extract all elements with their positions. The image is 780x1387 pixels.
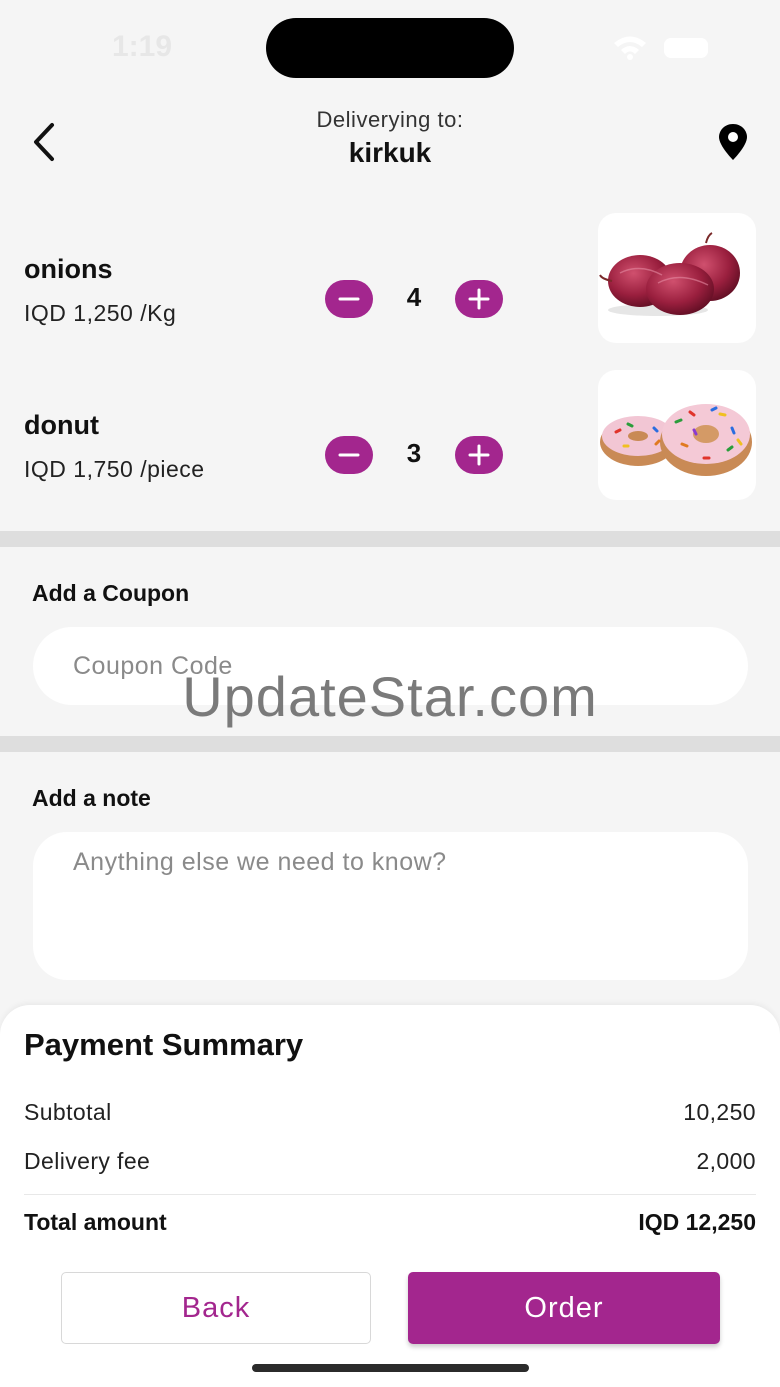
note-section-title: Add a note: [32, 785, 151, 811]
status-time: 1:19: [112, 30, 173, 63]
section-divider: [0, 736, 780, 752]
delivering-to-label: Deliverying to:: [316, 107, 464, 132]
increase-quantity-button[interactable]: [455, 436, 503, 474]
delivery-fee-value: 2,000: [696, 1148, 756, 1174]
item-price: IQD 1,250 /Kg: [24, 300, 177, 326]
coupon-section-title: Add a Coupon: [32, 580, 190, 606]
quantity-value: 4: [406, 282, 422, 312]
delivery-city[interactable]: kirkuk: [0, 137, 780, 169]
order-button[interactable]: Order: [408, 1272, 720, 1344]
onions-image: [598, 213, 756, 343]
minus-icon: [338, 453, 360, 457]
payment-summary-title: Payment Summary: [24, 1027, 304, 1062]
delivery-header: Deliverying to: kirkuk: [0, 95, 780, 205]
section-divider: [0, 531, 780, 547]
item-name: onions: [24, 254, 113, 284]
subtotal-value: 10,250: [683, 1099, 756, 1125]
total-amount-value: IQD 12,250: [638, 1209, 756, 1235]
summary-separator: [24, 1194, 756, 1195]
item-price: IQD 1,750 /piece: [24, 456, 205, 482]
back-button[interactable]: Back: [61, 1272, 371, 1344]
plus-icon: [468, 444, 490, 466]
minus-icon: [338, 297, 360, 301]
subtotal-label: Subtotal: [24, 1099, 112, 1125]
donut-image: [598, 370, 756, 500]
quantity-value: 3: [406, 438, 422, 468]
total-amount-label: Total amount: [24, 1209, 167, 1235]
home-indicator[interactable]: [252, 1364, 529, 1372]
watermark-text: UpdateStar.com: [182, 665, 598, 728]
cart-item-donut: donut IQD 1,750 /piece 3: [0, 370, 780, 524]
battery-icon: [664, 38, 708, 58]
item-name: donut: [24, 410, 99, 440]
payment-summary-panel: Payment Summary Subtotal 10,250 Delivery…: [0, 1005, 780, 1387]
decrease-quantity-button[interactable]: [325, 280, 373, 318]
delivery-fee-label: Delivery fee: [24, 1148, 151, 1174]
location-pin-icon[interactable]: [716, 123, 750, 161]
decrease-quantity-button[interactable]: [325, 436, 373, 474]
dynamic-island: [266, 18, 514, 78]
plus-icon: [468, 288, 490, 310]
cart-item-onions: onions IQD 1,250 /Kg 4: [0, 213, 780, 368]
increase-quantity-button[interactable]: [455, 280, 503, 318]
note-textarea[interactable]: [33, 832, 748, 980]
wifi-icon: [614, 36, 646, 60]
status-bar: 1:19: [0, 0, 780, 95]
